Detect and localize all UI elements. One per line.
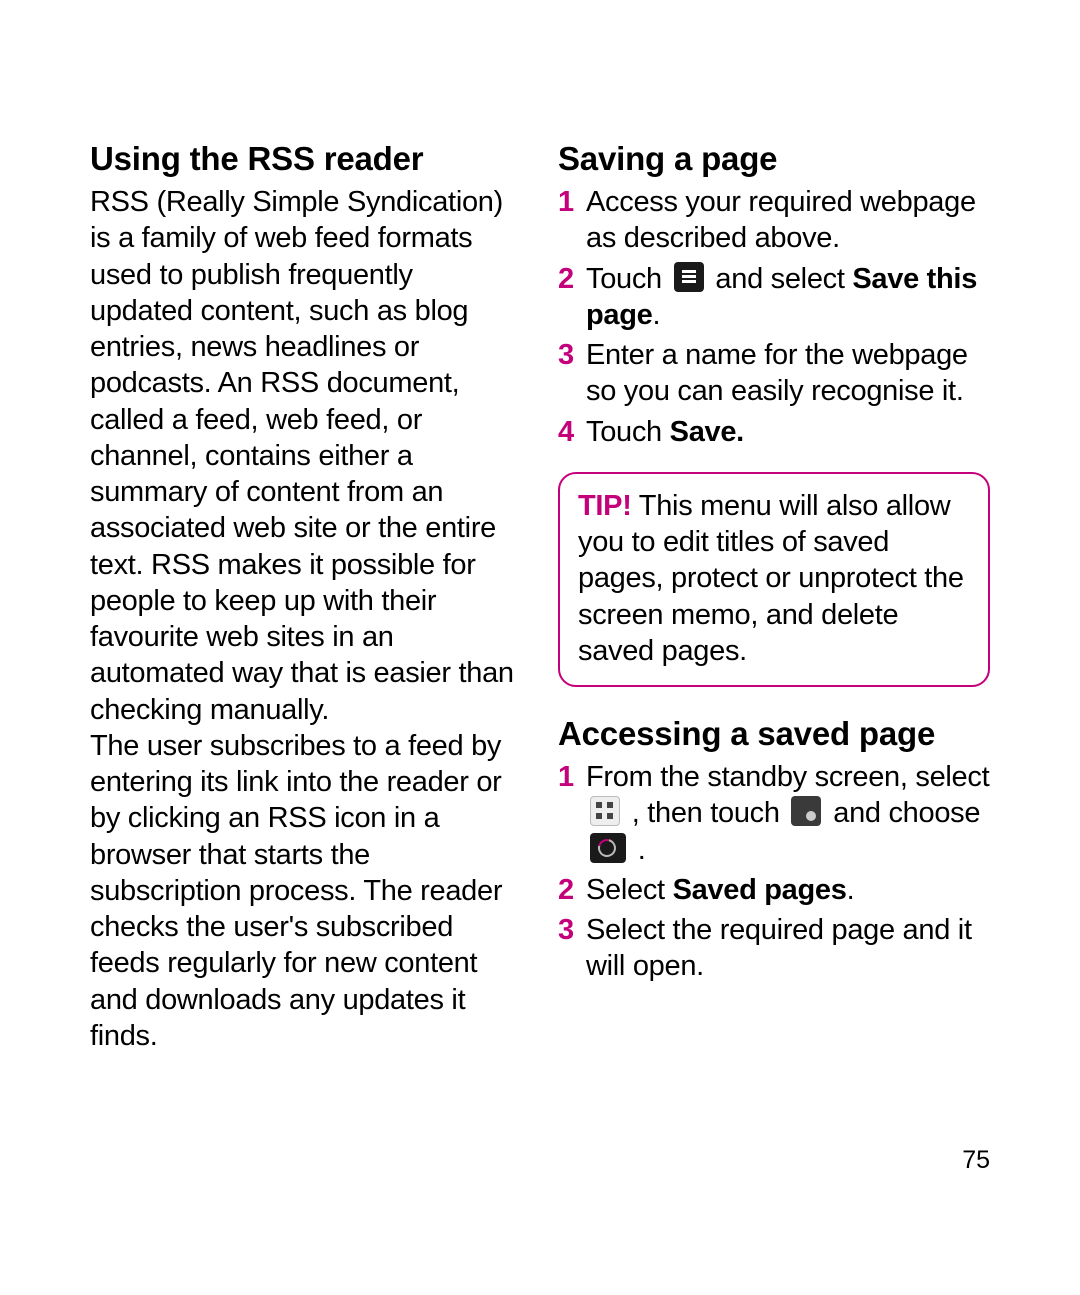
step-text-part: .: [630, 834, 646, 866]
right-column: Saving a page 1 Access your required web…: [558, 140, 990, 1054]
bold-text: Saved pages: [673, 874, 847, 906]
tip-label: TIP!: [578, 490, 632, 522]
heading-rss-reader: Using the RSS reader: [90, 140, 522, 178]
step-text: Enter a name for the webpage so you can …: [586, 339, 968, 407]
browser-icon: [590, 833, 626, 863]
step-number: 3: [558, 337, 574, 373]
step-number: 1: [558, 759, 574, 795]
step-text: Access your required webpage as describe…: [586, 186, 976, 254]
step-text-part: Select: [586, 874, 673, 906]
step-text-part: and choose: [825, 797, 980, 829]
step-number: 1: [558, 184, 574, 220]
left-column: Using the RSS reader RSS (Really Simple …: [90, 140, 522, 1054]
tip-body: This menu will also allow you to edit ti…: [578, 490, 964, 667]
menu-icon: [674, 262, 704, 292]
page-number: 75: [962, 1146, 990, 1175]
list-item: 4 Touch Save.: [558, 414, 990, 450]
step-text-part: Touch: [586, 416, 670, 448]
step-number: 3: [558, 912, 574, 948]
step-number: 2: [558, 261, 574, 297]
list-item: 1 From the standby screen, select , then…: [558, 759, 990, 868]
rss-description-2: The user subscribes to a feed by enterin…: [90, 728, 522, 1054]
manual-page: Using the RSS reader RSS (Really Simple …: [0, 0, 1080, 1295]
step-text-part: Touch: [586, 263, 670, 295]
list-item: 1 Access your required webpage as descri…: [558, 184, 990, 257]
two-column-layout: Using the RSS reader RSS (Really Simple …: [90, 140, 990, 1054]
step-text-part: From the standby screen, select: [586, 761, 989, 793]
step-text: Select the required page and it will ope…: [586, 914, 972, 982]
step-text-part: , then touch: [624, 797, 787, 829]
heading-accessing-saved: Accessing a saved page: [558, 715, 990, 753]
list-item: 3 Enter a name for the webpage so you ca…: [558, 337, 990, 410]
saving-steps: 1 Access your required webpage as descri…: [558, 184, 990, 450]
step-number: 2: [558, 872, 574, 908]
step-number: 4: [558, 414, 574, 450]
list-item: 2 Touch and select Save this page.: [558, 261, 990, 334]
accessing-steps: 1 From the standby screen, select , then…: [558, 759, 990, 985]
step-text-part: .: [653, 299, 661, 331]
utilities-icon: [791, 796, 821, 826]
list-item: 3 Select the required page and it will o…: [558, 912, 990, 985]
tip-box: TIP! This menu will also allow you to ed…: [558, 472, 990, 687]
step-text-part: .: [847, 874, 855, 906]
list-item: 2 Select Saved pages.: [558, 872, 990, 908]
rss-description-1: RSS (Really Simple Syndication) is a fam…: [90, 184, 522, 728]
heading-saving-page: Saving a page: [558, 140, 990, 178]
apps-grid-icon: [590, 796, 620, 826]
step-text-part: and select: [708, 263, 853, 295]
bold-text: Save.: [670, 416, 744, 448]
